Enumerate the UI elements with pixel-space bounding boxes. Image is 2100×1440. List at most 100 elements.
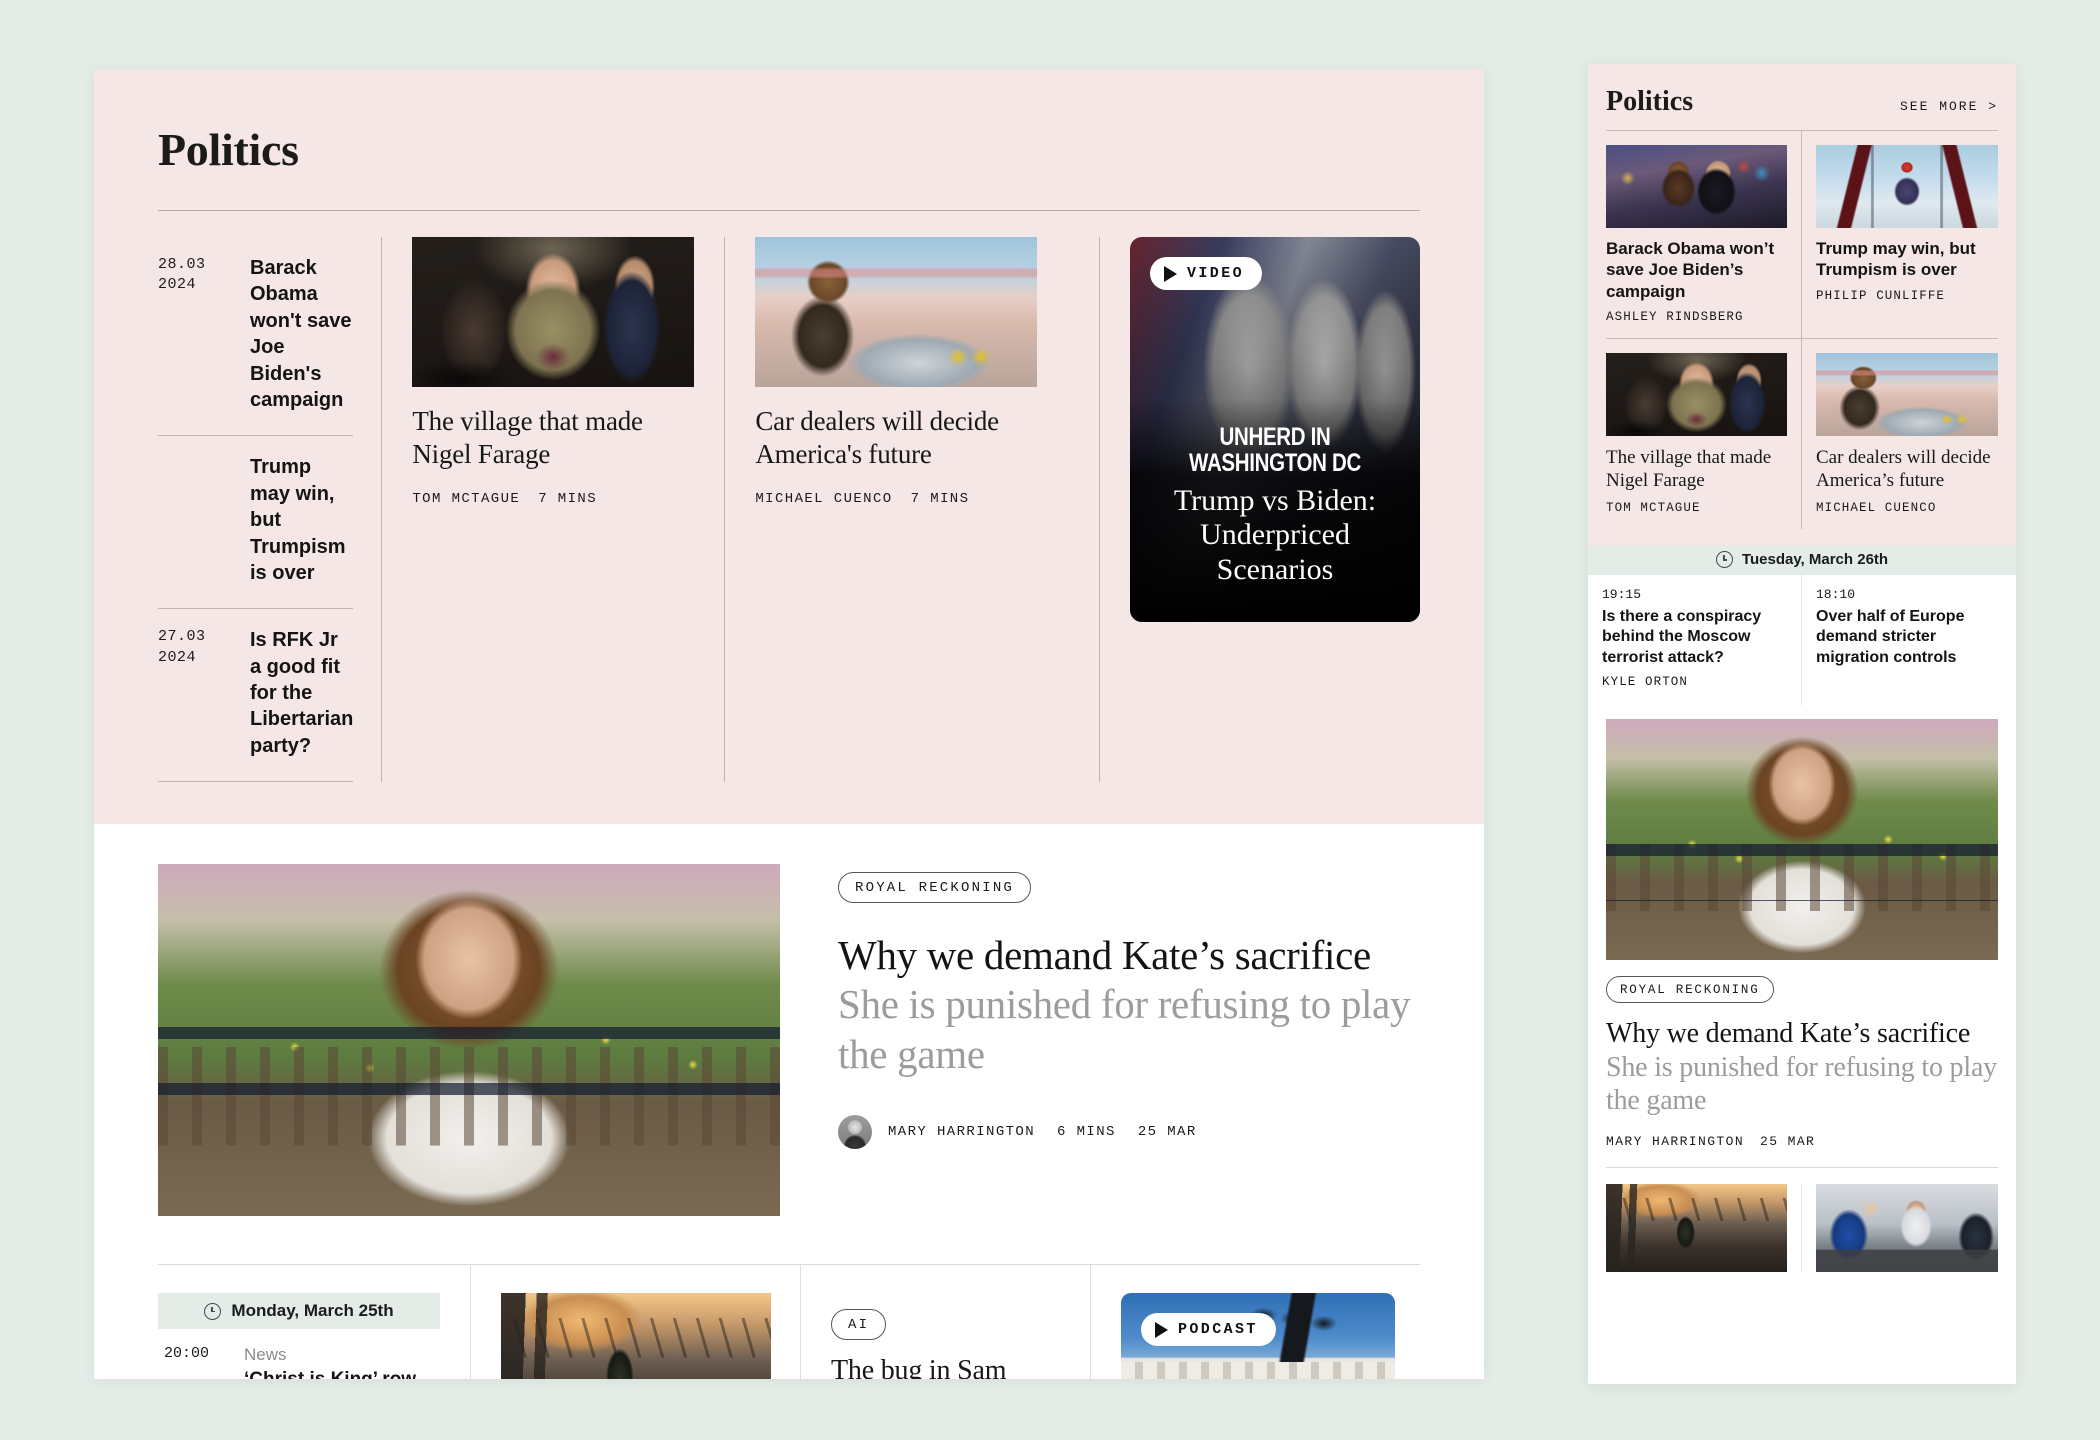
- podcast-card-column: PODCAST Britain’s Lethal: [1090, 1265, 1420, 1379]
- mobile-footer-card-hunt[interactable]: [1802, 1183, 1998, 1272]
- timeline-item[interactable]: 20:00 News ‘Christ is King’ row deepens …: [158, 1329, 440, 1379]
- see-more-link[interactable]: SEE MORE >: [1900, 99, 1998, 114]
- article-thumbnail: [1816, 145, 1998, 228]
- article-thumbnail: [1816, 353, 1998, 437]
- timeline-author: KYLE ORTON: [1602, 674, 1689, 689]
- list-item[interactable]: 27.03 2024 Is RFK Jr a good fit for the L…: [158, 608, 354, 783]
- desktop-preview-panel: Politics 28.03 2024 Barack Obama won't sa…: [94, 69, 1484, 1379]
- video-kicker: UNHERD IN WASHINGTON DC: [1189, 422, 1361, 477]
- timeline-category: News: [244, 1345, 287, 1365]
- list-item-title: Trump may win, but Trumpism is over: [250, 456, 346, 584]
- mobile-preview-panel: Politics SEE MORE > Barack Obama won’t s…: [1588, 64, 2016, 1384]
- article-title: The village that made Nigel Farage: [1606, 447, 1772, 492]
- mobile-timeline-item[interactable]: 18:10 Over half of Europe demand stricter…: [1802, 575, 2016, 705]
- hero-author: MARY HARRINGTON: [1606, 1133, 1745, 1149]
- article-card-farage[interactable]: The village that made Nigel Farage TOM M…: [381, 237, 724, 783]
- screenshot-stage: Politics 28.03 2024 Barack Obama won't sa…: [0, 0, 2100, 1440]
- mobile-section-title: Politics: [1606, 86, 1694, 117]
- hero-text-block: ROYAL RECKONING Why we demand Kate’s sac…: [838, 864, 1420, 1149]
- list-item[interactable]: Trump may win, but Trumpism is over: [158, 435, 354, 608]
- bottom-row: Monday, March 25th 20:00 News ‘Christ is…: [158, 1265, 1420, 1379]
- list-item-title: Is RFK Jr a good fit for the Libertarian…: [250, 629, 354, 757]
- timeline-day-header: Monday, March 25th: [158, 1293, 440, 1330]
- video-card-wrapper: VIDEO UNHERD IN WASHINGTON DC Trump vs B…: [1099, 237, 1420, 783]
- article-title: Barack Obama won’t save Joe Biden’s camp…: [1606, 239, 1775, 301]
- hero-image: [158, 864, 780, 1217]
- article-read-time: 7 MINS: [910, 490, 970, 507]
- article-title: Car dealers will decide America’s future: [1816, 447, 1991, 492]
- mobile-article-card-trump[interactable]: Trump may win, but Trumpism is over PHIL…: [1802, 131, 1998, 338]
- mobile-article-card-obama[interactable]: Barack Obama won’t save Joe Biden’s camp…: [1606, 131, 1802, 339]
- mobile-timeline-row: 19:15 Is there a conspiracy behind the Mo…: [1588, 574, 2016, 705]
- article-read-time: 7 MINS: [538, 490, 597, 507]
- video-card[interactable]: VIDEO UNHERD IN WASHINGTON DC Trump vs B…: [1130, 237, 1420, 622]
- article-author: PHILIP CUNLIFFE: [1816, 288, 1946, 303]
- politics-headline-list: 28.03 2024 Barack Obama won't save Joe Bi…: [158, 237, 381, 783]
- article-thumbnail: [755, 237, 1038, 387]
- timeline-column: Monday, March 25th 20:00 News ‘Christ is…: [158, 1265, 470, 1379]
- podcast-thumbnail: PODCAST: [1121, 1293, 1395, 1379]
- mobile-article-card-car-dealers[interactable]: Car dealers will decide America’s future…: [1802, 338, 1998, 528]
- timeline-time: 18:10: [1816, 586, 1856, 602]
- list-item[interactable]: 28.03 2024 Barack Obama won't save Joe Bi…: [158, 237, 353, 435]
- hero-date: 25 MAR: [1760, 1133, 1816, 1149]
- mobile-article-card-farage[interactable]: The village that made Nigel Farage TOM M…: [1606, 338, 1802, 529]
- hero-tag[interactable]: ROYAL RECKONING: [1606, 975, 1774, 1003]
- clock-icon: [204, 1302, 222, 1320]
- list-item-date: [158, 454, 232, 586]
- article-title: Trump may win, but Trumpism is over: [1816, 239, 1976, 280]
- hero-date: 25 MAR: [1137, 1123, 1197, 1140]
- article-thumbnail: [412, 237, 695, 387]
- mobile-section-header: Politics SEE MORE >: [1606, 86, 1998, 118]
- hero-headline: Why we demand Kate’s sacrifice She is pu…: [1606, 1017, 1998, 1118]
- timeline-title: Is there a conspiracy behind the Moscow te…: [1602, 607, 1762, 666]
- hero-headline-main: Why we demand Kate’s sacrifice: [838, 932, 1371, 979]
- mobile-footer-row: [1588, 1168, 2016, 1272]
- article-headline: The bug in Sam Altman’s industrial revol…: [831, 1354, 1060, 1379]
- mobile-article-grid: Barack Obama won’t save Joe Biden’s camp…: [1606, 131, 1998, 529]
- hero-byline: MARY HARRINGTON 25 MAR: [1606, 1134, 1998, 1149]
- article-author: TOM MCTAGUE: [1606, 500, 1701, 515]
- desktop-main-body: ROYAL RECKONING Why we demand Kate’s sac…: [94, 824, 1484, 1379]
- hero-article[interactable]: ROYAL RECKONING Why we demand Kate’s sac…: [158, 864, 1420, 1217]
- hero-author: MARY HARRINGTON: [888, 1123, 1036, 1140]
- article-byline: TOM MCTAGUE 7 MINS: [412, 491, 694, 507]
- mobile-hero-article[interactable]: ROYAL RECKONING Why we demand Kate’s sac…: [1588, 705, 2016, 1168]
- article-thumbnail: [501, 1293, 771, 1379]
- mobile-footer-card-ukraine[interactable]: [1606, 1183, 1802, 1272]
- mobile-timeline-item[interactable]: 19:15 Is there a conspiracy behind the Mo…: [1588, 574, 1802, 705]
- article-byline: MICHAEL CUENCO 7 MINS: [755, 491, 1069, 507]
- article-card-ai[interactable]: AI The bug in Sam Altman’s industrial re…: [800, 1265, 1090, 1379]
- play-icon: [1155, 1321, 1168, 1338]
- podcast-badge: PODCAST: [1141, 1313, 1276, 1347]
- video-title: Trump vs Biden: Underpriced Scenarios: [1173, 483, 1377, 587]
- hero-standfirst: She is punished for refusing to play the…: [838, 981, 1411, 1077]
- article-card-car-dealers[interactable]: Car dealers will decide America's future…: [724, 237, 1099, 783]
- article-title: Car dealers will decide America's future: [755, 406, 999, 469]
- mobile-politics-section: Politics SEE MORE > Barack Obama won’t s…: [1588, 64, 2016, 545]
- hero-standfirst: She is punished for refusing to play the…: [1606, 1051, 1997, 1117]
- article-author: MICHAEL CUENCO: [1816, 500, 1937, 515]
- article-author: TOM MCTAGUE: [412, 490, 521, 507]
- play-icon: [1164, 265, 1177, 282]
- timeline-time: 19:15: [1602, 586, 1642, 602]
- list-item-title: Barack Obama won't save Joe Biden's camp…: [250, 257, 352, 411]
- list-item-date: 27.03 2024: [158, 628, 206, 666]
- video-badge-label: VIDEO: [1187, 265, 1245, 282]
- article-card-ukraine[interactable]: RUSSIAN RETALIATION Is it time for a no-…: [470, 1265, 800, 1379]
- article-headline-main: The bug in Sam Altman’s industrial revol…: [831, 1355, 1007, 1379]
- politics-section: Politics 28.03 2024 Barack Obama won't sa…: [94, 69, 1484, 825]
- hero-tag[interactable]: ROYAL RECKONING: [838, 872, 1032, 904]
- section-divider: [158, 210, 1420, 211]
- politics-grid: 28.03 2024 Barack Obama won't save Joe Bi…: [158, 237, 1420, 783]
- article-tag[interactable]: AI: [831, 1309, 887, 1341]
- hero-read-time: 6 MINS: [1057, 1123, 1116, 1140]
- mobile-timeline-day-header: Tuesday, March 26th: [1588, 544, 2016, 575]
- podcast-card[interactable]: PODCAST Britain’s Lethal: [1121, 1293, 1395, 1379]
- article-thumbnail: [1606, 1183, 1787, 1272]
- video-badge: VIDEO: [1150, 257, 1263, 290]
- mobile-timeline-day-label: Tuesday, March 26th: [1741, 551, 1889, 569]
- hero-headline-main: Why we demand Kate’s sacrifice: [1606, 1017, 1971, 1049]
- timeline-title: ‘Christ is King’ row deepens divide on r…: [244, 1368, 434, 1379]
- politics-section-title: Politics: [158, 124, 299, 175]
